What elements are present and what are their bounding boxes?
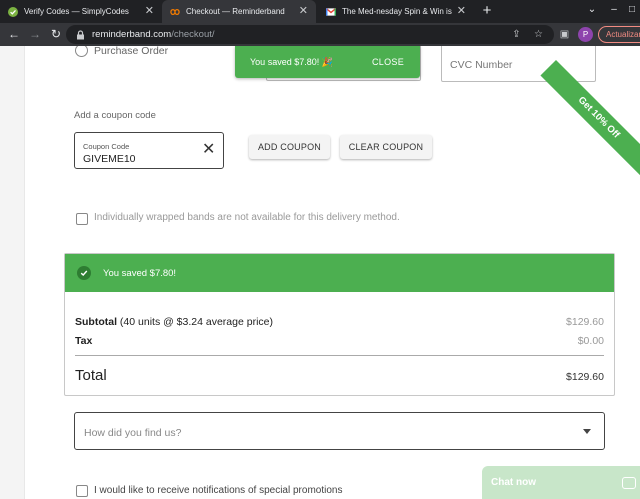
bookmark-star-icon[interactable]: ☆ <box>532 28 545 41</box>
checkout-page: Purchase Order CVC Number You saved $7.8… <box>0 46 640 499</box>
tax-row: Tax $0.00 <box>75 335 604 347</box>
lock-icon <box>76 29 85 40</box>
profile-avatar[interactable]: P <box>578 27 593 42</box>
forward-arrow-icon[interactable]: → <box>27 26 43 42</box>
clear-coupon-button[interactable]: CLEAR COUPON <box>340 135 432 159</box>
coupon-code-input[interactable]: Coupon Code GIVEME10 ✕ <box>74 132 224 169</box>
browser-tab-bar: Verify Codes — SimplyCodes ✕ Checkout — … <box>0 0 640 23</box>
url-path: /checkout/ <box>171 29 215 40</box>
chat-bubble-icon <box>622 477 636 489</box>
share-icon[interactable]: ⇪ <box>510 28 523 41</box>
wrapped-bands-checkbox[interactable] <box>76 213 88 225</box>
close-tab-icon[interactable]: ✕ <box>457 6 466 17</box>
order-summary: You saved $7.80! Subtotal (40 units @ $3… <box>64 253 615 396</box>
ribbon-text: Get 10% Off <box>575 94 622 141</box>
notifications-checkbox[interactable] <box>76 485 88 497</box>
check-circle-icon <box>77 266 91 280</box>
total-label: Total <box>75 367 107 384</box>
side-panel-icon[interactable]: ▣ <box>558 28 571 41</box>
close-tab-icon[interactable]: ✕ <box>299 6 308 17</box>
tab-gmail[interactable]: The Med-nesday Spin & Win is live! ✕ <box>318 0 474 23</box>
savings-banner: You saved $7.80! <box>65 254 614 292</box>
url-host: reminderband.com <box>92 29 172 40</box>
simplycodes-check-icon <box>8 6 18 17</box>
savings-message: You saved $7.80! <box>103 267 177 279</box>
tab-checkout[interactable]: Checkout — Reminderband ✕ <box>162 0 316 23</box>
address-bar[interactable]: reminderband.com/checkout/ ⇪ ☆ <box>66 25 554 44</box>
wrapped-bands-label: Individually wrapped bands are not avail… <box>94 212 400 223</box>
coupon-heading: Add a coupon code <box>74 110 156 121</box>
back-arrow-icon[interactable]: ← <box>6 26 22 42</box>
tab-search-icon[interactable]: ⌄ <box>584 1 600 19</box>
toast-close-button[interactable]: CLOSE <box>372 57 404 67</box>
page-gutter <box>0 46 25 499</box>
total-value: $129.60 <box>566 371 604 383</box>
tab-title: Verify Codes — SimplyCodes <box>24 7 129 16</box>
tax-label: Tax <box>75 335 93 347</box>
gmail-icon <box>326 7 336 17</box>
clear-input-icon[interactable]: ✕ <box>202 141 215 159</box>
reload-icon[interactable]: ↻ <box>48 26 64 42</box>
add-coupon-button[interactable]: ADD COUPON <box>249 135 330 159</box>
minimize-button[interactable]: – <box>606 1 622 19</box>
chat-label: Chat now <box>491 477 536 488</box>
tab-title: Checkout — Reminderband <box>186 7 285 16</box>
maximize-button[interactable]: □ <box>624 1 640 19</box>
close-tab-icon[interactable]: ✕ <box>145 6 154 17</box>
total-row: Total $129.60 <box>75 367 604 385</box>
referral-placeholder: How did you find us? <box>84 427 182 439</box>
coupon-field-label: Coupon Code <box>83 142 130 151</box>
subtotal-detail: (40 units @ $3.24 average price) <box>117 316 273 328</box>
referral-source-select[interactable]: How did you find us? <box>74 412 605 450</box>
tab-title: The Med-nesday Spin & Win is live! <box>342 7 453 16</box>
new-tab-button[interactable]: + <box>478 2 496 20</box>
tax-value: $0.00 <box>577 335 604 347</box>
savings-toast: You saved $7.80! 🎉 CLOSE <box>235 46 420 78</box>
subtotal-row: Subtotal (40 units @ $3.24 average price… <box>75 316 604 328</box>
browser-toolbar: ← → ↻ reminderband.com/checkout/ ⇪ ☆ ▣ P… <box>0 23 640 46</box>
summary-divider <box>75 355 604 356</box>
subtotal-value: $129.60 <box>566 316 604 328</box>
toast-message: You saved $7.80! 🎉 <box>250 56 333 67</box>
notifications-label: I would like to receive notifications of… <box>94 485 343 496</box>
update-button[interactable]: Actualizar <box>598 26 640 43</box>
purchase-order-label: Purchase Order <box>94 46 169 57</box>
chat-now-button[interactable]: Chat now <box>482 466 640 499</box>
tab-simplycodes[interactable]: Verify Codes — SimplyCodes ✕ <box>0 0 162 23</box>
purchase-order-radio[interactable] <box>75 46 88 57</box>
coupon-field-value: GIVEME10 <box>83 153 136 165</box>
chevron-down-icon <box>583 429 591 434</box>
cvc-placeholder: CVC Number <box>450 59 513 71</box>
reminderband-icon <box>170 7 180 17</box>
subtotal-label: Subtotal <box>75 316 117 328</box>
